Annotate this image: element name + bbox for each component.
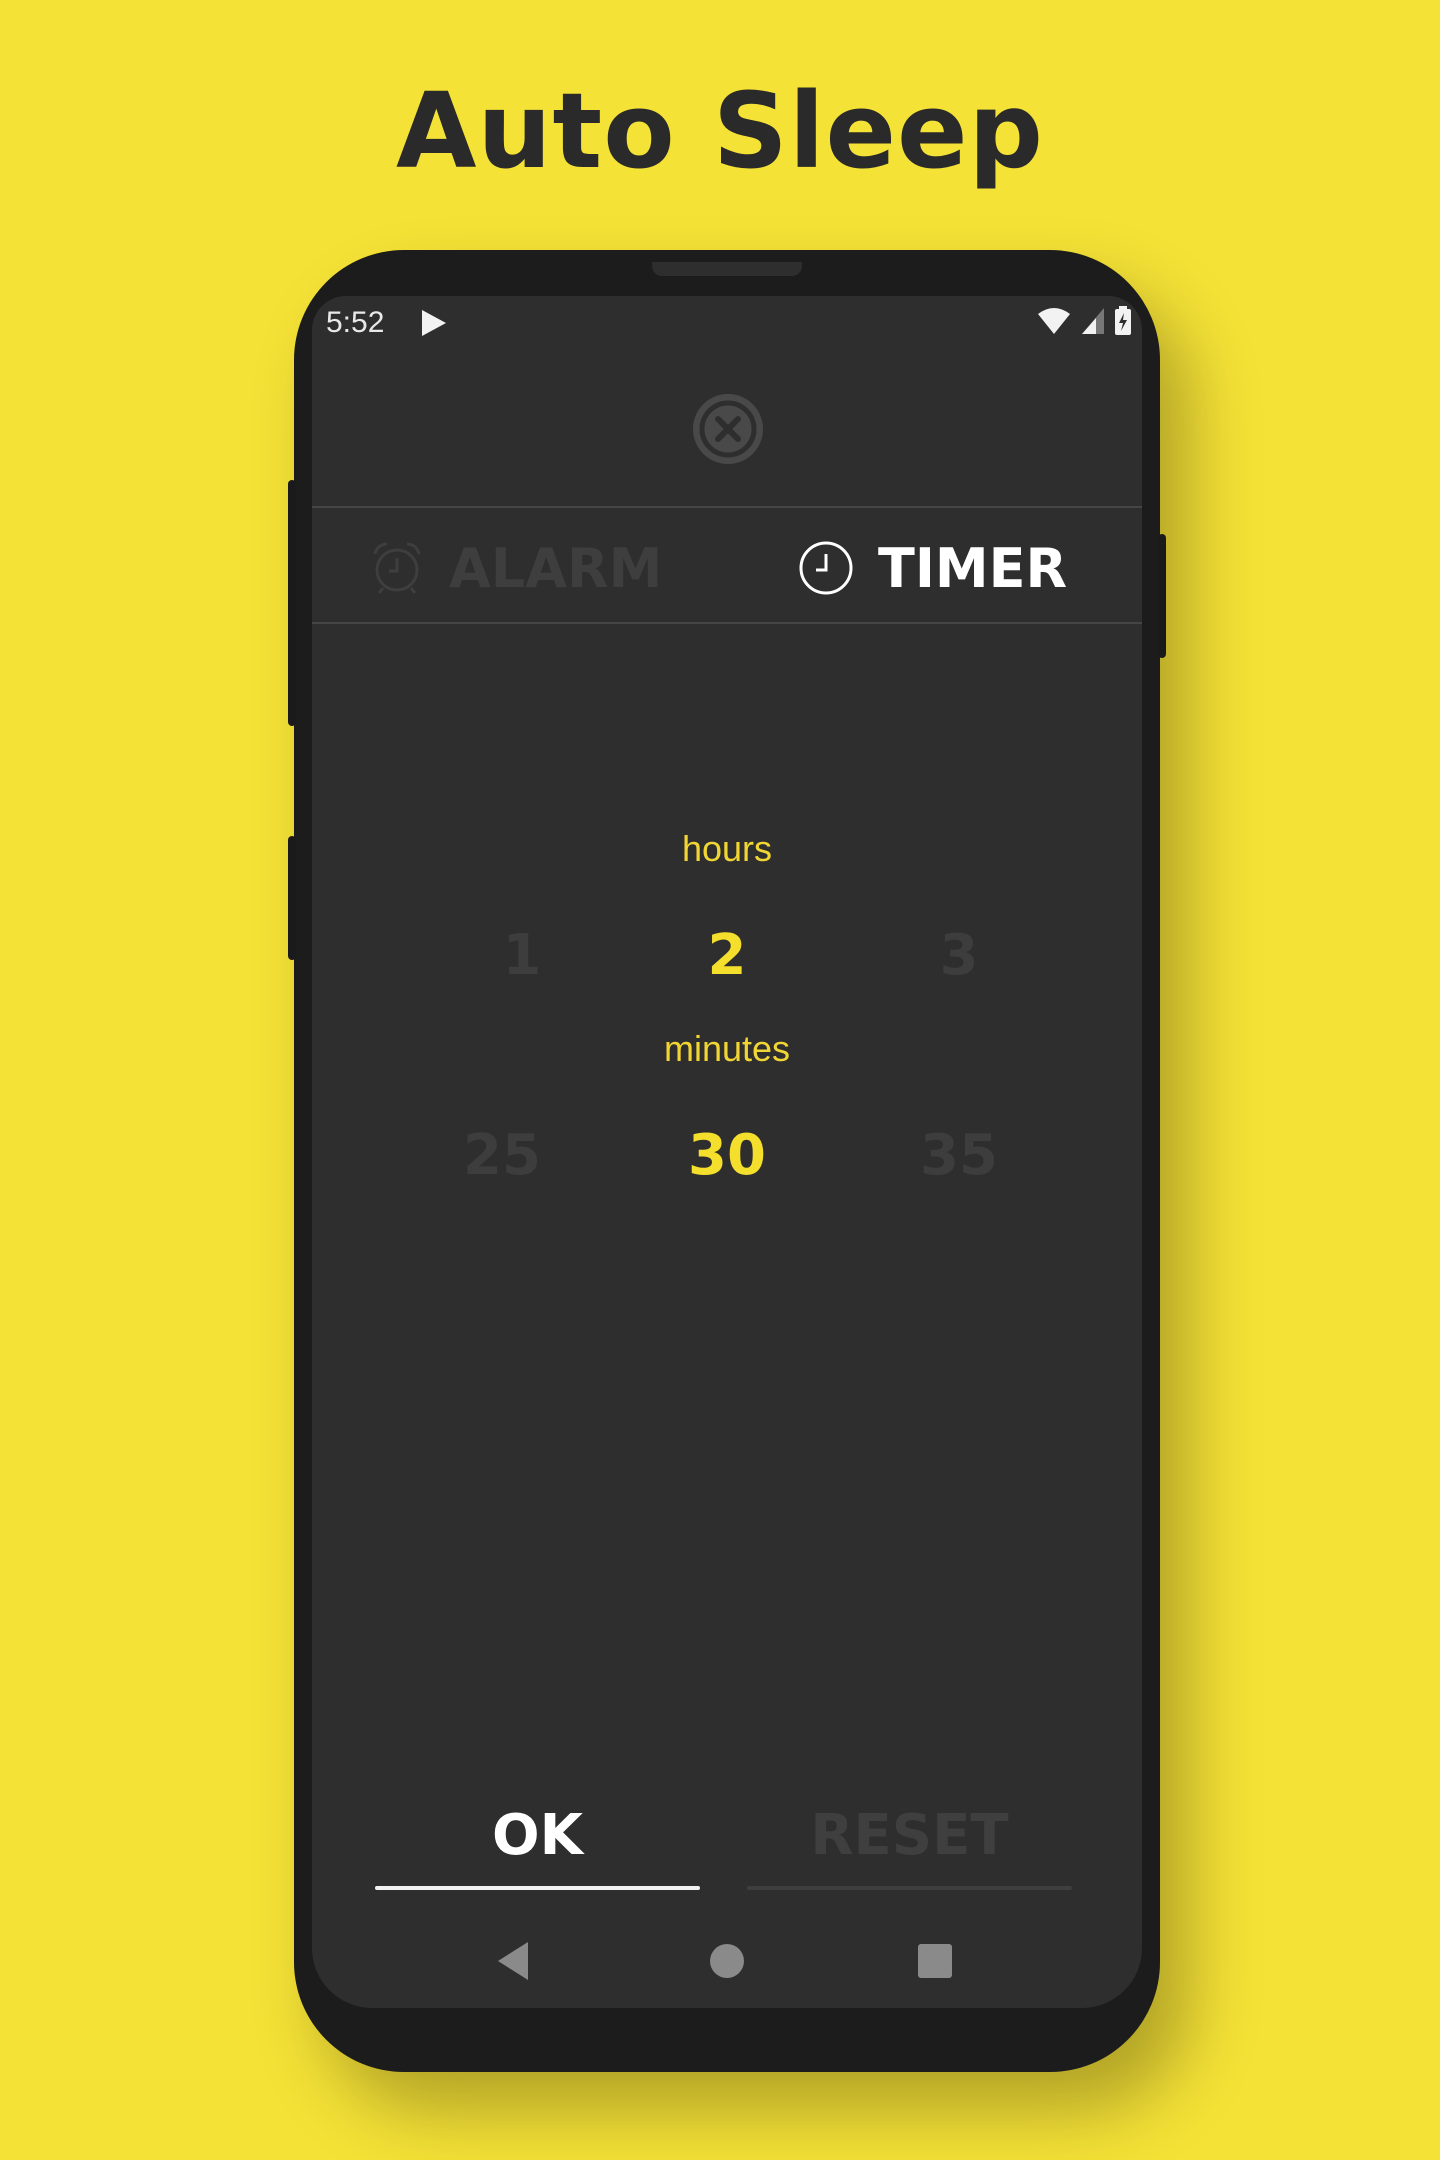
hours-selected-value[interactable]: 2 — [647, 916, 807, 996]
signal-icon — [1082, 308, 1104, 334]
tab-timer[interactable]: TIMER — [798, 528, 1067, 608]
close-button[interactable] — [693, 394, 763, 464]
battery-charging-icon — [1115, 306, 1131, 335]
side-button-assist — [288, 836, 296, 960]
back-icon[interactable] — [494, 1936, 534, 1986]
ok-button-underline — [375, 1886, 700, 1890]
hours-next-value[interactable]: 3 — [879, 916, 1039, 996]
reset-button[interactable]: RESET — [747, 1786, 1072, 1886]
minutes-label: minutes — [663, 1028, 791, 1069]
tabs-bottom-divider — [312, 622, 1142, 624]
headline: Auto Sleep — [396, 70, 1044, 192]
minutes-picker[interactable]: 25 30 35 — [312, 1116, 1142, 1196]
wifi-icon — [1038, 308, 1070, 334]
clock-icon — [799, 541, 853, 595]
tab-alarm-label: ALARM — [449, 536, 663, 600]
play-icon — [422, 310, 446, 336]
phone-frame: 5:52 ALARM TIMER hours 1 2 3 minutes 25 … — [288, 250, 1166, 2072]
side-button-power — [1158, 534, 1166, 658]
hours-prev-value[interactable]: 1 — [442, 916, 602, 996]
status-time: 5:52 — [326, 306, 385, 339]
home-icon[interactable] — [704, 1936, 750, 1986]
earpiece-speaker — [652, 262, 802, 276]
tabs-top-divider — [312, 506, 1142, 508]
minutes-selected-value[interactable]: 30 — [647, 1116, 807, 1196]
minutes-next-value[interactable]: 35 — [879, 1116, 1039, 1196]
hours-label: hours — [681, 828, 773, 869]
minutes-prev-value[interactable]: 25 — [422, 1116, 582, 1196]
reset-button-underline — [747, 1886, 1072, 1890]
recents-icon[interactable] — [912, 1936, 958, 1986]
screen: 5:52 ALARM TIMER hours 1 2 3 minutes 25 … — [312, 296, 1142, 2008]
status-icons — [1036, 306, 1132, 336]
hours-picker[interactable]: 1 2 3 — [312, 916, 1142, 996]
tab-alarm[interactable]: ALARM — [369, 528, 662, 608]
ok-button[interactable]: OK — [375, 1786, 700, 1886]
alarm-clock-icon — [373, 542, 421, 594]
tab-timer-label: TIMER — [878, 536, 1068, 600]
close-icon — [699, 400, 757, 458]
side-button-volume — [288, 480, 296, 726]
